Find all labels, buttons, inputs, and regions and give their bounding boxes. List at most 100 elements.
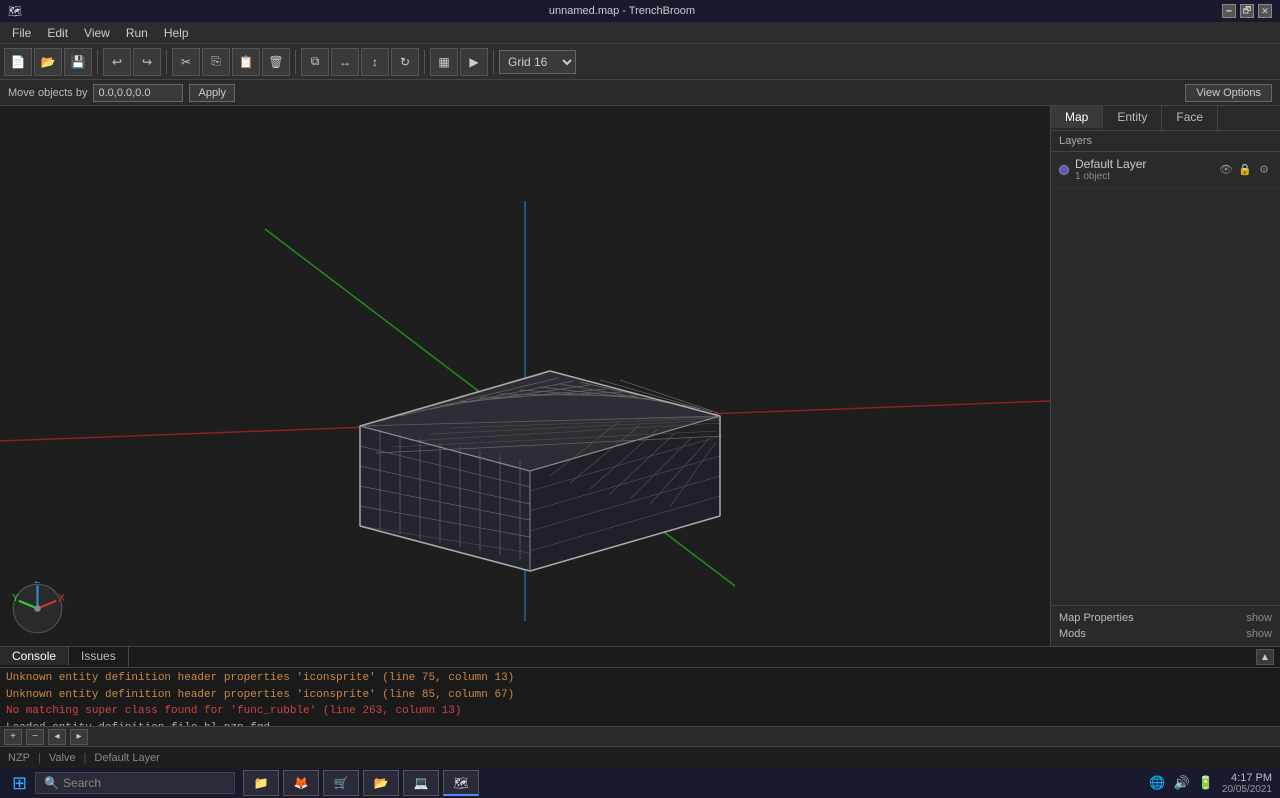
console-line-4: Loaded entity definition file hl-nzp.fgd [6,720,1274,727]
grid-select[interactable]: Grid 16 Grid 1 Grid 2 Grid 4 Grid 8 Grid… [499,50,576,74]
menu-run[interactable]: Run [118,24,156,42]
layer-lock-button[interactable]: 🔒 [1237,162,1253,178]
delete-button[interactable]: 🗑 [262,48,290,76]
add-button[interactable]: + [4,729,22,745]
flip-x-button[interactable]: ↔ [331,48,359,76]
console-line-2: Unknown entity definition header propert… [6,687,1274,704]
search-box[interactable]: 🔍 Search [35,772,235,794]
paste-button[interactable]: 📋 [232,48,260,76]
undo-button[interactable]: ↩ [103,48,131,76]
menu-bar: File Edit View Run Help [0,22,1280,44]
menu-file[interactable]: File [4,24,39,42]
right-arrow-button[interactable]: ▸ [70,729,88,745]
toolbar: 📄 📂 💾 ↩ ↪ ✂ ⎘ 📋 🗑 ⧉ ↔ ↕ ↻ ▦ ▶ Grid 16 Gr… [0,44,1280,80]
tab-face[interactable]: Face [1162,106,1218,130]
layer-visibility-button[interactable]: 👁 [1218,162,1234,178]
open-button[interactable]: 📂 [34,48,62,76]
console-line-3: No matching super class found for 'func_… [6,703,1274,720]
layers-header: Layers [1051,131,1280,152]
svg-text:Z: Z [34,581,40,586]
map-properties-show[interactable]: show [1246,612,1272,624]
status-layer: Default Layer [94,752,159,764]
layer-count: 1 object [1075,171,1218,182]
separator-2: | [84,752,87,764]
menu-edit[interactable]: Edit [39,24,76,42]
menu-view[interactable]: View [76,24,118,42]
panel-tabs: Map Entity Face [1051,106,1280,131]
minimize-button[interactable]: 🗕 [1222,4,1236,18]
close-button[interactable]: ✕ [1258,4,1272,18]
tab-issues[interactable]: Issues [69,647,129,667]
mods-row: Mods show [1059,626,1272,642]
redo-button[interactable]: ↪ [133,48,161,76]
texture-button[interactable]: ▦ [430,48,458,76]
taskbar-start: ⊞ [4,773,35,794]
main-area: X Y Z Map Entity Face Layers [0,106,1280,646]
separator-3 [295,50,296,74]
tray-volume[interactable]: 🔊 [1174,775,1190,791]
bottom-panel: Console Issues ▲ Unknown entity definiti… [0,646,1280,726]
view-options-button[interactable]: View Options [1185,84,1272,102]
duplicate-button[interactable]: ⧉ [301,48,329,76]
flip-y-button[interactable]: ↕ [361,48,389,76]
map-properties-row: Map Properties show [1059,610,1272,626]
taskbar-icons: 📁 🦊 🛒 📂 💻 🗺 [243,770,479,796]
compile-button[interactable]: ▶ [460,48,488,76]
layer-item-default[interactable]: Default Layer 1 object 👁 🔒 ⚙ [1051,152,1280,188]
separator-5 [493,50,494,74]
save-button[interactable]: 💾 [64,48,92,76]
taskbar-right: 🌐 🔊 🔋 4:17 PM 20/05/2021 [1149,772,1276,795]
tab-console[interactable]: Console [0,647,69,667]
left-arrow-button[interactable]: ◂ [48,729,66,745]
tray-battery[interactable]: 🔋 [1198,775,1214,791]
viewport-3d[interactable]: X Y Z [0,106,1050,646]
taskbar-store[interactable]: 🛒 [323,770,359,796]
title-bar: 🗺 unnamed.map - TrenchBroom 🗕 🗗 ✕ [0,0,1280,22]
copy-button[interactable]: ⎘ [202,48,230,76]
layer-radio [1059,165,1069,175]
remove-button[interactable]: − [26,729,44,745]
svg-text:Y: Y [12,593,19,604]
tab-map[interactable]: Map [1051,106,1103,130]
tray-time: 4:17 PM [1222,772,1272,784]
start-button[interactable]: ⊞ [12,773,27,794]
map-properties: Map Properties show Mods show [1051,605,1280,646]
taskbar-trenchbroom[interactable]: 🗺 [443,770,479,796]
maximize-button[interactable]: 🗗 [1240,4,1254,18]
move-label: Move objects by [8,87,87,99]
cut-button[interactable]: ✂ [172,48,200,76]
tray-network[interactable]: 🌐 [1149,775,1165,791]
mods-label: Mods [1059,628,1086,640]
bottom-controls-bar: + − ◂ ▸ [0,726,1280,746]
tray-clock: 4:17 PM 20/05/2021 [1222,772,1272,795]
separator-4 [424,50,425,74]
taskbar-app1[interactable]: 💻 [403,770,439,796]
svg-text:X: X [58,593,65,604]
separator-1 [97,50,98,74]
mods-show[interactable]: show [1246,628,1272,640]
map-properties-label: Map Properties [1059,612,1134,624]
move-bar: Move objects by Apply View Options [0,80,1280,106]
menu-help[interactable]: Help [156,24,197,42]
tab-entity[interactable]: Entity [1103,106,1162,130]
new-button[interactable]: 📄 [4,48,32,76]
tray-date: 20/05/2021 [1222,784,1272,795]
scroll-up-button[interactable]: ▲ [1256,649,1274,665]
taskbar-explorer[interactable]: 📁 [243,770,279,796]
search-text: Search [63,776,101,790]
window-title: unnamed.map - TrenchBroom [549,5,695,17]
layers-list: Default Layer 1 object 👁 🔒 ⚙ [1051,152,1280,605]
taskbar-files[interactable]: 📂 [363,770,399,796]
title-bar-controls: 🗕 🗗 ✕ [1222,4,1272,18]
rotate-button[interactable]: ↻ [391,48,419,76]
move-input[interactable] [93,84,183,102]
apply-button[interactable]: Apply [189,84,235,102]
layer-name-wrap: Default Layer 1 object [1075,157,1218,182]
axis-indicator: X Y Z [10,581,65,636]
right-panel: Map Entity Face Layers Default Layer 1 o… [1050,106,1280,646]
layer-settings-button[interactable]: ⚙ [1256,162,1272,178]
separator-2 [166,50,167,74]
taskbar-firefox[interactable]: 🦊 [283,770,319,796]
status-nzp: NZP [8,752,30,764]
separator-1: | [38,752,41,764]
